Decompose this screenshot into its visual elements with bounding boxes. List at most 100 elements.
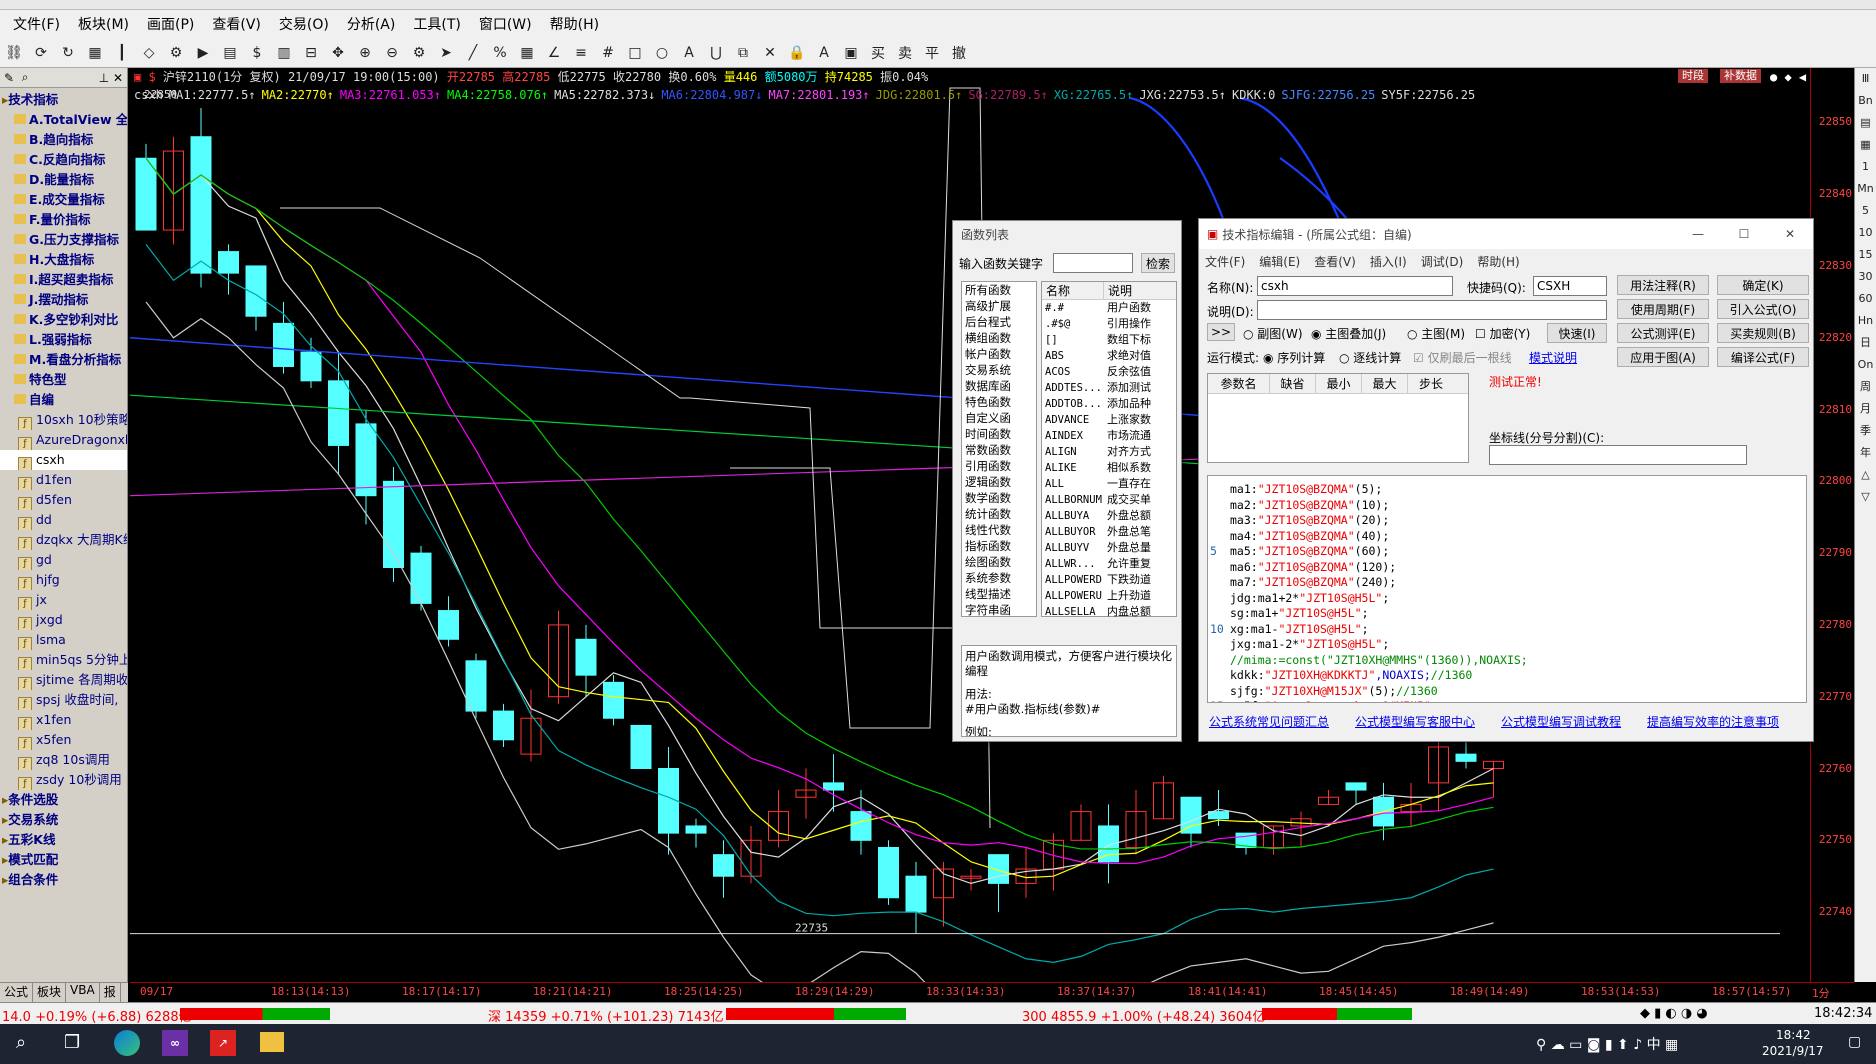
function-category[interactable]: 横组函数 [962,330,1036,346]
period-button[interactable]: Bn [1855,90,1876,112]
tree-item[interactable]: ƒ csxh [0,450,127,470]
hotkey-input[interactable]: CSXH [1533,276,1607,296]
close-icon[interactable]: ✕ [113,71,123,85]
function-row[interactable]: ALLBUYV 外盘总量 [1042,540,1176,556]
period-button[interactable]: 15 [1855,244,1876,266]
menu-sector[interactable]: 板块(M) [69,14,138,34]
zoom-in-icon[interactable]: ⊕ [353,42,377,64]
period-button[interactable]: Ⅲ [1855,68,1876,90]
quick-button[interactable]: 快速(I) [1547,323,1607,343]
buy-icon[interactable]: 买 [866,42,890,64]
visual-studio-icon[interactable]: ∞ [162,1030,188,1056]
tree-item[interactable]: ▸条件选股 [0,790,127,810]
dollar-icon[interactable]: $ [245,42,269,64]
gear-icon[interactable]: ⚙ [407,42,431,64]
period-button[interactable]: 年 [1855,442,1876,464]
tab-vba[interactable]: VBA [66,983,100,1002]
expand-button[interactable]: >> [1207,323,1235,341]
filter-icon[interactable]: ⊟ [299,42,323,64]
maximize-icon[interactable]: ☐ [1721,227,1767,241]
sync-icon[interactable]: ↻ [56,42,80,64]
tree-item[interactable]: A.TotalView 全赢 [0,110,127,130]
tree-item[interactable]: ▸组合条件 [0,870,127,890]
edit-action-button[interactable]: 公式测评(E) [1617,323,1709,343]
close-icon[interactable]: ✕ [1767,227,1813,241]
function-row[interactable]: ALLBORNUM 成交买单 [1042,492,1176,508]
tutorial-link[interactable]: 公式模型编写调试教程 [1501,713,1621,730]
menu-file[interactable]: 文件(F) [4,14,69,34]
function-row[interactable]: ALIGN 对齐方式 [1042,444,1176,460]
percent-icon[interactable]: % [488,42,512,64]
function-category[interactable]: 数据库函 [962,378,1036,394]
refresh-icon[interactable]: ⟳ [29,42,53,64]
tree-item[interactable]: ƒ zsdy 10秒调用 [0,770,127,790]
magnet-icon[interactable]: ⋃ [704,42,728,64]
tree-item[interactable]: C.反趋向指标 [0,150,127,170]
function-row[interactable]: [] 数组下标 [1042,332,1176,348]
function-row[interactable]: ALLPOWERD 下跌劲道 [1042,572,1176,588]
angle-icon[interactable]: ∠ [542,42,566,64]
tree-item[interactable]: G.压力支撑指标 [0,230,127,250]
period-button[interactable]: 季 [1855,420,1876,442]
tree-item[interactable]: ƒ x1fen [0,710,127,730]
index-sh[interactable]: 14.0 +0.19% (+6.88) 6288亿 [2,1006,192,1025]
function-category[interactable]: 线性代数 [962,522,1036,538]
menu-trade[interactable]: 交易(O) [270,14,338,34]
tree-item[interactable]: ƒ spsj 收盘时间, [0,690,127,710]
edge-icon[interactable] [114,1030,140,1056]
function-search-input[interactable] [1053,253,1133,273]
supplement-data-badge[interactable]: 补数据 [1720,69,1761,83]
cursor-icon[interactable]: ➤ [434,42,458,64]
minimize-icon[interactable]: — [1675,227,1721,241]
tree-item[interactable]: F.量价指标 [0,210,127,230]
mode-help-link[interactable]: 模式说明 [1529,349,1577,366]
tree-item[interactable]: D.能量指标 [0,170,127,190]
edit-action-button[interactable]: 应用于图(A) [1617,347,1709,367]
edit-menu-view[interactable]: 查看(V) [1314,253,1356,270]
tree-item[interactable]: ƒ d1fen [0,470,127,490]
function-category[interactable]: 自定义函 [962,410,1036,426]
tree-item[interactable]: ▸技术指标 [0,90,127,110]
formula-code-editor[interactable]: ma1:"JZT10S@BZQMA"(5); ma2:"JZT10S@BZQMA"… [1207,475,1807,703]
settings-icon[interactable]: ⚙ [164,42,188,64]
period-button[interactable]: 周 [1855,376,1876,398]
function-category[interactable]: 统计函数 [962,506,1036,522]
file-explorer-icon[interactable] [260,1032,284,1052]
period-button[interactable]: ▤ [1855,112,1876,134]
tree-item[interactable]: ƒ jxgd [0,610,127,630]
function-row[interactable]: ALL 一直存在 [1042,476,1176,492]
tree-item[interactable]: ƒ d5fen [0,490,127,510]
function-category[interactable]: 系统参数 [962,570,1036,586]
pin-icon[interactable]: ⊥ [99,71,109,85]
bars-icon[interactable]: ▥ [272,42,296,64]
tree-item[interactable]: E.成交量指标 [0,190,127,210]
function-category[interactable]: 逻辑函数 [962,474,1036,490]
circle-icon[interactable]: ○ [650,42,674,64]
text-icon[interactable]: A [677,42,701,64]
radio-main-overlay[interactable]: ◉ 主图叠加(J) [1311,325,1386,342]
tab-formula[interactable]: 公式 [0,983,34,1002]
function-category[interactable]: 交易系统 [962,362,1036,378]
chart-control-icons[interactable]: ● ◆ ◀ ◆ [1770,68,1810,86]
menu-view[interactable]: 查看(V) [203,14,270,34]
doc-icon[interactable]: ▤ [218,42,242,64]
period-button[interactable]: 5 [1855,200,1876,222]
tree-item[interactable]: ƒ AzureDragonxh [0,430,127,450]
edit-action-button[interactable]: 用法注释(R) [1617,275,1709,295]
period-button[interactable]: 30 [1855,266,1876,288]
period-button[interactable]: ▦ [1855,134,1876,156]
candle-icon[interactable]: ┃ [110,42,134,64]
copy-icon[interactable]: ⧉ [731,42,755,64]
period-badge[interactable]: 时段 [1678,69,1708,83]
function-category[interactable]: 常数函数 [962,442,1036,458]
parameter-table[interactable]: 参数名 缺省 最小 最大 步长 [1207,373,1469,463]
encrypt-checkbox[interactable]: ☐ 加密(Y) [1475,325,1530,342]
tree-item[interactable]: ƒ lsma [0,630,127,650]
function-category[interactable]: 字符串函 [962,602,1036,618]
tray-icons[interactable]: ⚲ ☁ ▭ ◙ ▮ ⬆ ♪ 中 ▦ [1536,1034,1678,1054]
grid-icon[interactable]: ▦ [83,42,107,64]
tree-item[interactable]: ƒ hjfg [0,570,127,590]
tree-item[interactable]: ƒ x5fen [0,730,127,750]
edit-action-button[interactable]: 确定(K) [1717,275,1809,295]
delete-icon[interactable]: ✕ [758,42,782,64]
